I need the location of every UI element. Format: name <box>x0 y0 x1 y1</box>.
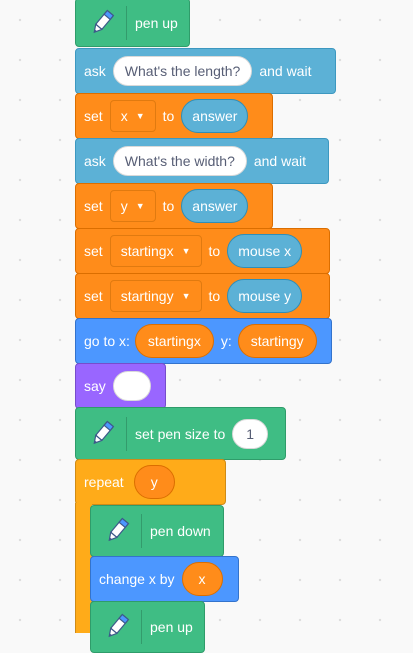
question-input[interactable]: What's the width? <box>112 146 247 176</box>
repeat-label: repeat <box>84 474 124 490</box>
go-to-x-label: go to x: <box>84 333 130 349</box>
go-to-xy-block[interactable]: go to x: startingx y: startingy <box>75 318 332 364</box>
separator <box>141 610 142 644</box>
variable-name: x <box>120 108 128 124</box>
set-label: set <box>84 243 103 259</box>
answer-reporter[interactable]: answer <box>181 99 249 133</box>
variable-name: y <box>120 198 128 214</box>
to-label: to <box>208 288 221 304</box>
set-label: set <box>84 108 103 124</box>
question-input[interactable]: What's the length? <box>112 56 253 86</box>
set-x-block[interactable]: set x ▼ to answer <box>75 93 273 139</box>
repeat-count-reporter[interactable]: y <box>133 465 175 499</box>
set-y-block[interactable]: set y ▼ to answer <box>75 183 273 229</box>
separator <box>126 416 127 451</box>
ask-label: ask <box>84 63 106 79</box>
pen-up-block[interactable]: pen up <box>75 0 190 47</box>
to-label: to <box>162 108 175 124</box>
mouse-x-reporter[interactable]: mouse x <box>227 234 303 268</box>
and-wait-label: and wait <box>253 153 307 169</box>
answer-reporter[interactable]: answer <box>181 189 249 223</box>
separator <box>141 514 142 548</box>
mouse-y-reporter[interactable]: mouse y <box>227 279 303 313</box>
caret-down-icon: ▼ <box>181 246 191 256</box>
startingx-reporter[interactable]: startingx <box>134 324 214 358</box>
variable-name: startingy <box>120 288 174 304</box>
say-input[interactable] <box>112 371 151 401</box>
pen-icon <box>99 609 135 645</box>
x-reporter[interactable]: x <box>181 562 223 596</box>
set-pen-size-label: set pen size to <box>135 425 226 442</box>
separator <box>126 5 127 40</box>
y-label: y: <box>220 333 232 349</box>
say-label: say <box>84 378 106 394</box>
pen-up-block[interactable]: pen up <box>90 601 205 653</box>
to-label: to <box>208 243 221 259</box>
pen-icon <box>84 5 120 41</box>
caret-down-icon: ▼ <box>135 201 145 211</box>
say-block[interactable]: say <box>75 363 166 409</box>
variable-dropdown[interactable]: startingx ▼ <box>109 235 202 267</box>
ask-length-block[interactable]: ask What's the length? and wait <box>75 48 336 94</box>
startingy-reporter[interactable]: startingy <box>237 324 317 358</box>
change-x-block[interactable]: change x by x <box>90 556 239 602</box>
pen-down-label: pen down <box>150 523 211 539</box>
variable-name: startingx <box>120 243 174 259</box>
variable-dropdown[interactable]: y ▼ <box>109 190 156 222</box>
pen-size-input[interactable]: 1 <box>232 418 269 449</box>
ask-label: ask <box>84 153 106 169</box>
change-x-label: change x by <box>99 571 175 587</box>
pen-icon <box>99 513 135 549</box>
variable-dropdown[interactable]: x ▼ <box>109 100 156 132</box>
set-pen-size-block[interactable]: set pen size to 1 <box>75 407 286 460</box>
set-startingy-block[interactable]: set startingy ▼ to mouse y <box>75 273 330 319</box>
pen-icon <box>84 416 120 452</box>
pen-up-label: pen up <box>135 14 178 31</box>
variable-dropdown[interactable]: startingy ▼ <box>109 280 202 312</box>
repeat-block[interactable]: repeat y <box>75 459 226 505</box>
pen-up-label: pen up <box>150 619 193 635</box>
caret-down-icon: ▼ <box>181 291 191 301</box>
set-startingx-block[interactable]: set startingx ▼ to mouse x <box>75 228 330 274</box>
caret-down-icon: ▼ <box>135 111 145 121</box>
ask-width-block[interactable]: ask What's the width? and wait <box>75 138 329 184</box>
and-wait-label: and wait <box>259 63 312 79</box>
set-label: set <box>84 288 103 304</box>
set-label: set <box>84 198 103 214</box>
pen-down-block[interactable]: pen down <box>90 505 224 557</box>
to-label: to <box>162 198 175 214</box>
